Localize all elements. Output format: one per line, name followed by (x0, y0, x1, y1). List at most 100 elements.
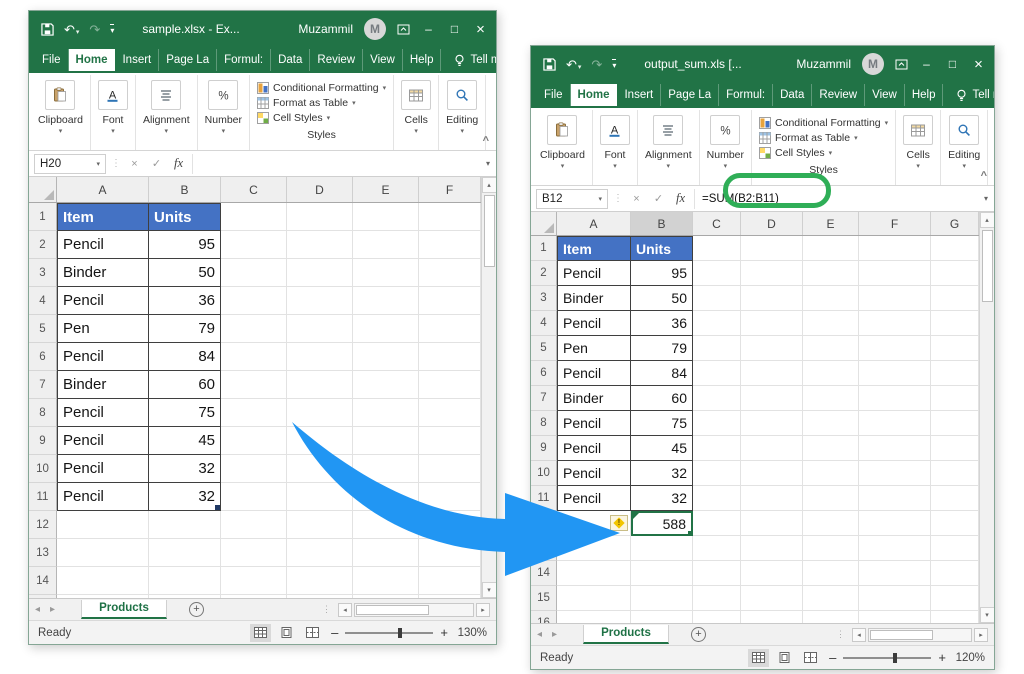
cell-C8[interactable] (693, 411, 741, 436)
page-layout-view-button[interactable] (276, 624, 297, 642)
collapse-ribbon-icon[interactable]: ^ (483, 135, 489, 147)
maximize-button[interactable]: □ (945, 58, 960, 70)
cell-C15[interactable] (221, 595, 287, 598)
clipboard-button[interactable] (45, 80, 75, 110)
scroll-right-icon[interactable]: ▸ (476, 603, 490, 617)
cell-C1[interactable] (221, 203, 287, 231)
cell-D14[interactable] (287, 567, 353, 595)
row-header-6[interactable]: 6 (531, 361, 557, 386)
zoom-in-button[interactable]: + (440, 625, 448, 640)
cell-E11[interactable] (353, 483, 419, 511)
cell-E14[interactable] (353, 567, 419, 595)
cell-B2[interactable]: 95 (631, 261, 693, 286)
tab-review[interactable]: Review (812, 84, 865, 106)
vertical-scrollbar[interactable]: ▴▾ (979, 212, 994, 623)
number-button[interactable]: % (208, 80, 238, 110)
cell-F7[interactable] (419, 371, 481, 399)
cell-E6[interactable] (353, 343, 419, 371)
cell-C7[interactable] (693, 386, 741, 411)
cell-A4[interactable]: Pencil (557, 311, 631, 336)
column-header-E[interactable]: E (803, 212, 859, 235)
cell-A15[interactable] (57, 595, 149, 598)
row-header-13[interactable]: 13 (531, 536, 557, 561)
tab-view[interactable]: View (363, 49, 403, 71)
cell-C2[interactable] (693, 261, 741, 286)
styles-item-conditional-formatting[interactable]: Conditional Formatting▾ (257, 82, 386, 94)
horizontal-scrollbar[interactable]: ◂▸ (338, 603, 490, 617)
cell-A9[interactable]: Pencil (557, 436, 631, 461)
zoom-in-button[interactable]: + (938, 650, 946, 665)
tab-formul[interactable]: Formul: (719, 84, 773, 106)
minimize-button[interactable]: – (919, 58, 934, 70)
cell-A11[interactable]: Pencil (557, 486, 631, 511)
sheet-prev-icon[interactable]: ◂ (537, 629, 542, 640)
row-header-6[interactable]: 6 (29, 343, 57, 371)
name-box-dropdown-icon[interactable]: ▾ (598, 195, 602, 203)
cell-B10[interactable]: 32 (631, 461, 693, 486)
row-header-4[interactable]: 4 (29, 287, 57, 315)
alignment-button[interactable] (653, 115, 683, 145)
formula-input[interactable]: =SUM(B2:B11) (694, 189, 979, 209)
cell-B14[interactable] (631, 561, 693, 586)
cell-E7[interactable] (353, 371, 419, 399)
undo-icon[interactable]: ↶▾ (566, 58, 581, 71)
cell-G16[interactable] (931, 611, 979, 623)
cell-A9[interactable]: Pencil (57, 427, 149, 455)
column-header-D[interactable]: D (741, 212, 803, 235)
cell-A15[interactable] (557, 586, 631, 611)
cell-B11[interactable]: 32 (631, 486, 693, 511)
ribbon-display-options-icon[interactable] (895, 59, 908, 70)
cell-E3[interactable] (353, 259, 419, 287)
customize-quick-access-icon[interactable]: ▾ (612, 59, 616, 70)
select-all-corner[interactable] (531, 212, 557, 235)
font-button[interactable]: A (98, 80, 128, 110)
cell-C11[interactable] (221, 483, 287, 511)
cell-D3[interactable] (287, 259, 353, 287)
redo-icon[interactable]: ↷ (591, 58, 602, 71)
cell-D1[interactable] (741, 236, 803, 261)
cell-D13[interactable] (287, 539, 353, 567)
cell-D4[interactable] (287, 287, 353, 315)
cell-E13[interactable] (353, 539, 419, 567)
column-header-B[interactable]: B (149, 177, 221, 202)
row-header-7[interactable]: 7 (531, 386, 557, 411)
cell-F13[interactable] (859, 536, 931, 561)
cell-B6[interactable]: 84 (631, 361, 693, 386)
tab-help[interactable]: Help (403, 49, 442, 71)
cell-B9[interactable]: 45 (149, 427, 221, 455)
cell-F7[interactable] (859, 386, 931, 411)
cell-C12[interactable] (221, 511, 287, 539)
cell-D13[interactable] (741, 536, 803, 561)
tab-review[interactable]: Review (310, 49, 363, 71)
insert-function-icon[interactable]: fx (170, 156, 187, 171)
cell-E15[interactable] (353, 595, 419, 598)
cell-F14[interactable] (859, 561, 931, 586)
cell-B15[interactable] (631, 586, 693, 611)
cell-E8[interactable] (803, 411, 859, 436)
cell-F8[interactable] (859, 411, 931, 436)
insert-function-icon[interactable]: fx (672, 191, 689, 206)
cell-G3[interactable] (931, 286, 979, 311)
normal-view-button[interactable] (250, 624, 271, 642)
cell-B5[interactable]: 79 (149, 315, 221, 343)
undo-dropdown-icon[interactable]: ▾ (578, 64, 582, 71)
cell-D6[interactable] (741, 361, 803, 386)
cell-C3[interactable] (693, 286, 741, 311)
editing-button[interactable] (447, 80, 477, 110)
cell-G7[interactable] (931, 386, 979, 411)
tab-home[interactable]: Home (571, 84, 618, 106)
maximize-button[interactable]: □ (447, 23, 462, 35)
cell-E12[interactable] (803, 511, 859, 536)
cell-C8[interactable] (221, 399, 287, 427)
cell-C15[interactable] (693, 586, 741, 611)
cell-C9[interactable] (693, 436, 741, 461)
sheet-next-icon[interactable]: ▸ (552, 629, 557, 640)
redo-icon[interactable]: ↷ (89, 23, 100, 36)
cell-A10[interactable]: Pencil (557, 461, 631, 486)
cell-D11[interactable] (741, 486, 803, 511)
cell-A10[interactable]: Pencil (57, 455, 149, 483)
customize-quick-access-icon[interactable]: ▾ (110, 24, 114, 35)
cell-A5[interactable]: Pen (557, 336, 631, 361)
cell-B11[interactable]: 32 (149, 483, 221, 511)
alignment-button[interactable] (151, 80, 181, 110)
